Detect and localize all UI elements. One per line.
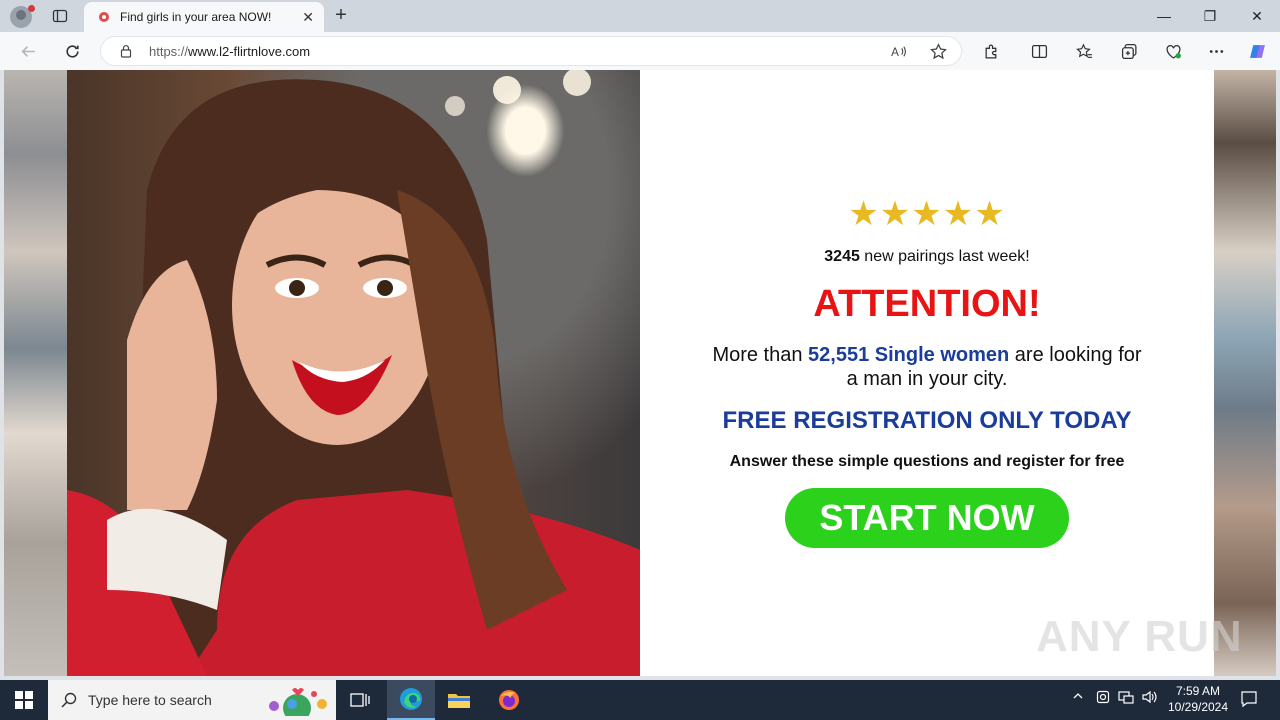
women-count-text: More than 52,551 Single women are lookin… — [712, 344, 1142, 390]
pairings-text: 3245 new pairings last week! — [824, 248, 1030, 265]
hero-photo — [67, 70, 640, 676]
lock-icon[interactable] — [119, 44, 133, 58]
network-icon[interactable] — [1118, 690, 1134, 707]
firefox-icon[interactable] — [485, 680, 533, 720]
back-arrow-icon[interactable] — [17, 40, 39, 62]
tab-strip: Find girls in your area NOW! ✕ + — ❐ ✕ — [0, 0, 1280, 32]
anyrun-watermark-logo: ANY RUN — [1036, 612, 1243, 661]
browser-essentials-icon[interactable] — [1162, 40, 1184, 62]
meet-now-icon[interactable] — [1096, 690, 1110, 707]
search-highlight-art-icon — [269, 688, 327, 716]
file-explorer-icon[interactable] — [435, 680, 483, 720]
rating-stars: ★★★★★ — [848, 195, 1006, 233]
taskbar-search-box[interactable]: Type here to search — [48, 680, 336, 720]
clock-date: 10/29/2024 — [1167, 700, 1229, 714]
split-screen-icon[interactable] — [1028, 40, 1050, 62]
new-tab-button[interactable]: + — [330, 4, 352, 26]
free-registration-heading: FREE REGISTRATION ONLY TODAY — [722, 407, 1132, 434]
url-text[interactable]: https://www.l2-flirtnlove.com — [149, 44, 310, 59]
collections-icon[interactable] — [1118, 40, 1140, 62]
active-tab[interactable]: Find girls in your area NOW! ✕ — [84, 2, 324, 32]
site-favicon-icon — [99, 12, 109, 22]
attention-heading: ATTENTION! — [813, 283, 1041, 325]
woman-selfie-illustration — [67, 70, 640, 676]
clock-time: 7:59 AM — [1175, 684, 1221, 698]
page-viewport: ★★★★★ 3245 new pairings last week! ATTEN… — [4, 70, 1276, 676]
notification-dot — [28, 5, 35, 12]
windows-start-icon[interactable] — [0, 680, 48, 720]
restore-button[interactable]: ❐ — [1187, 0, 1233, 32]
refresh-icon[interactable] — [61, 40, 83, 62]
svg-text:A: A — [891, 45, 899, 58]
favorite-star-icon[interactable] — [927, 40, 949, 62]
search-placeholder: Type here to search — [88, 692, 212, 708]
background-collage-right — [1214, 70, 1276, 676]
tab-actions-icon[interactable] — [50, 6, 70, 26]
edge-taskbar-icon[interactable] — [387, 680, 435, 720]
tab-title: Find girls in your area NOW! — [120, 10, 272, 24]
address-bar[interactable]: https://www.l2-flirtnlove.com A — [100, 36, 962, 66]
favorites-icon[interactable] — [1073, 40, 1095, 62]
signup-card: ★★★★★ 3245 new pairings last week! ATTEN… — [640, 70, 1214, 676]
minimize-button[interactable]: — — [1141, 0, 1187, 32]
windows-taskbar: Type here to search 7:59 AM 10/29/2024 — [0, 680, 1280, 720]
extensions-icon[interactable] — [980, 40, 1002, 62]
volume-icon[interactable] — [1142, 690, 1158, 707]
close-window-button[interactable]: ✕ — [1234, 0, 1280, 32]
search-icon — [61, 692, 77, 708]
answer-instruction: Answer these simple questions and regist… — [729, 453, 1125, 470]
copilot-icon[interactable] — [1246, 40, 1268, 62]
start-now-button[interactable]: START NOW — [785, 488, 1069, 548]
task-view-icon[interactable] — [336, 680, 384, 720]
background-collage-left — [4, 70, 68, 676]
taskbar-clock[interactable]: 7:59 AM 10/29/2024 — [1160, 683, 1236, 715]
more-options-icon[interactable] — [1205, 40, 1227, 62]
tray-chevron-icon[interactable] — [1072, 690, 1084, 705]
tab-close-icon[interactable]: ✕ — [302, 9, 314, 25]
browser-toolbar: https://www.l2-flirtnlove.com A — [0, 32, 1280, 70]
notifications-icon[interactable] — [1240, 690, 1258, 711]
read-aloud-icon[interactable]: A — [887, 40, 909, 62]
